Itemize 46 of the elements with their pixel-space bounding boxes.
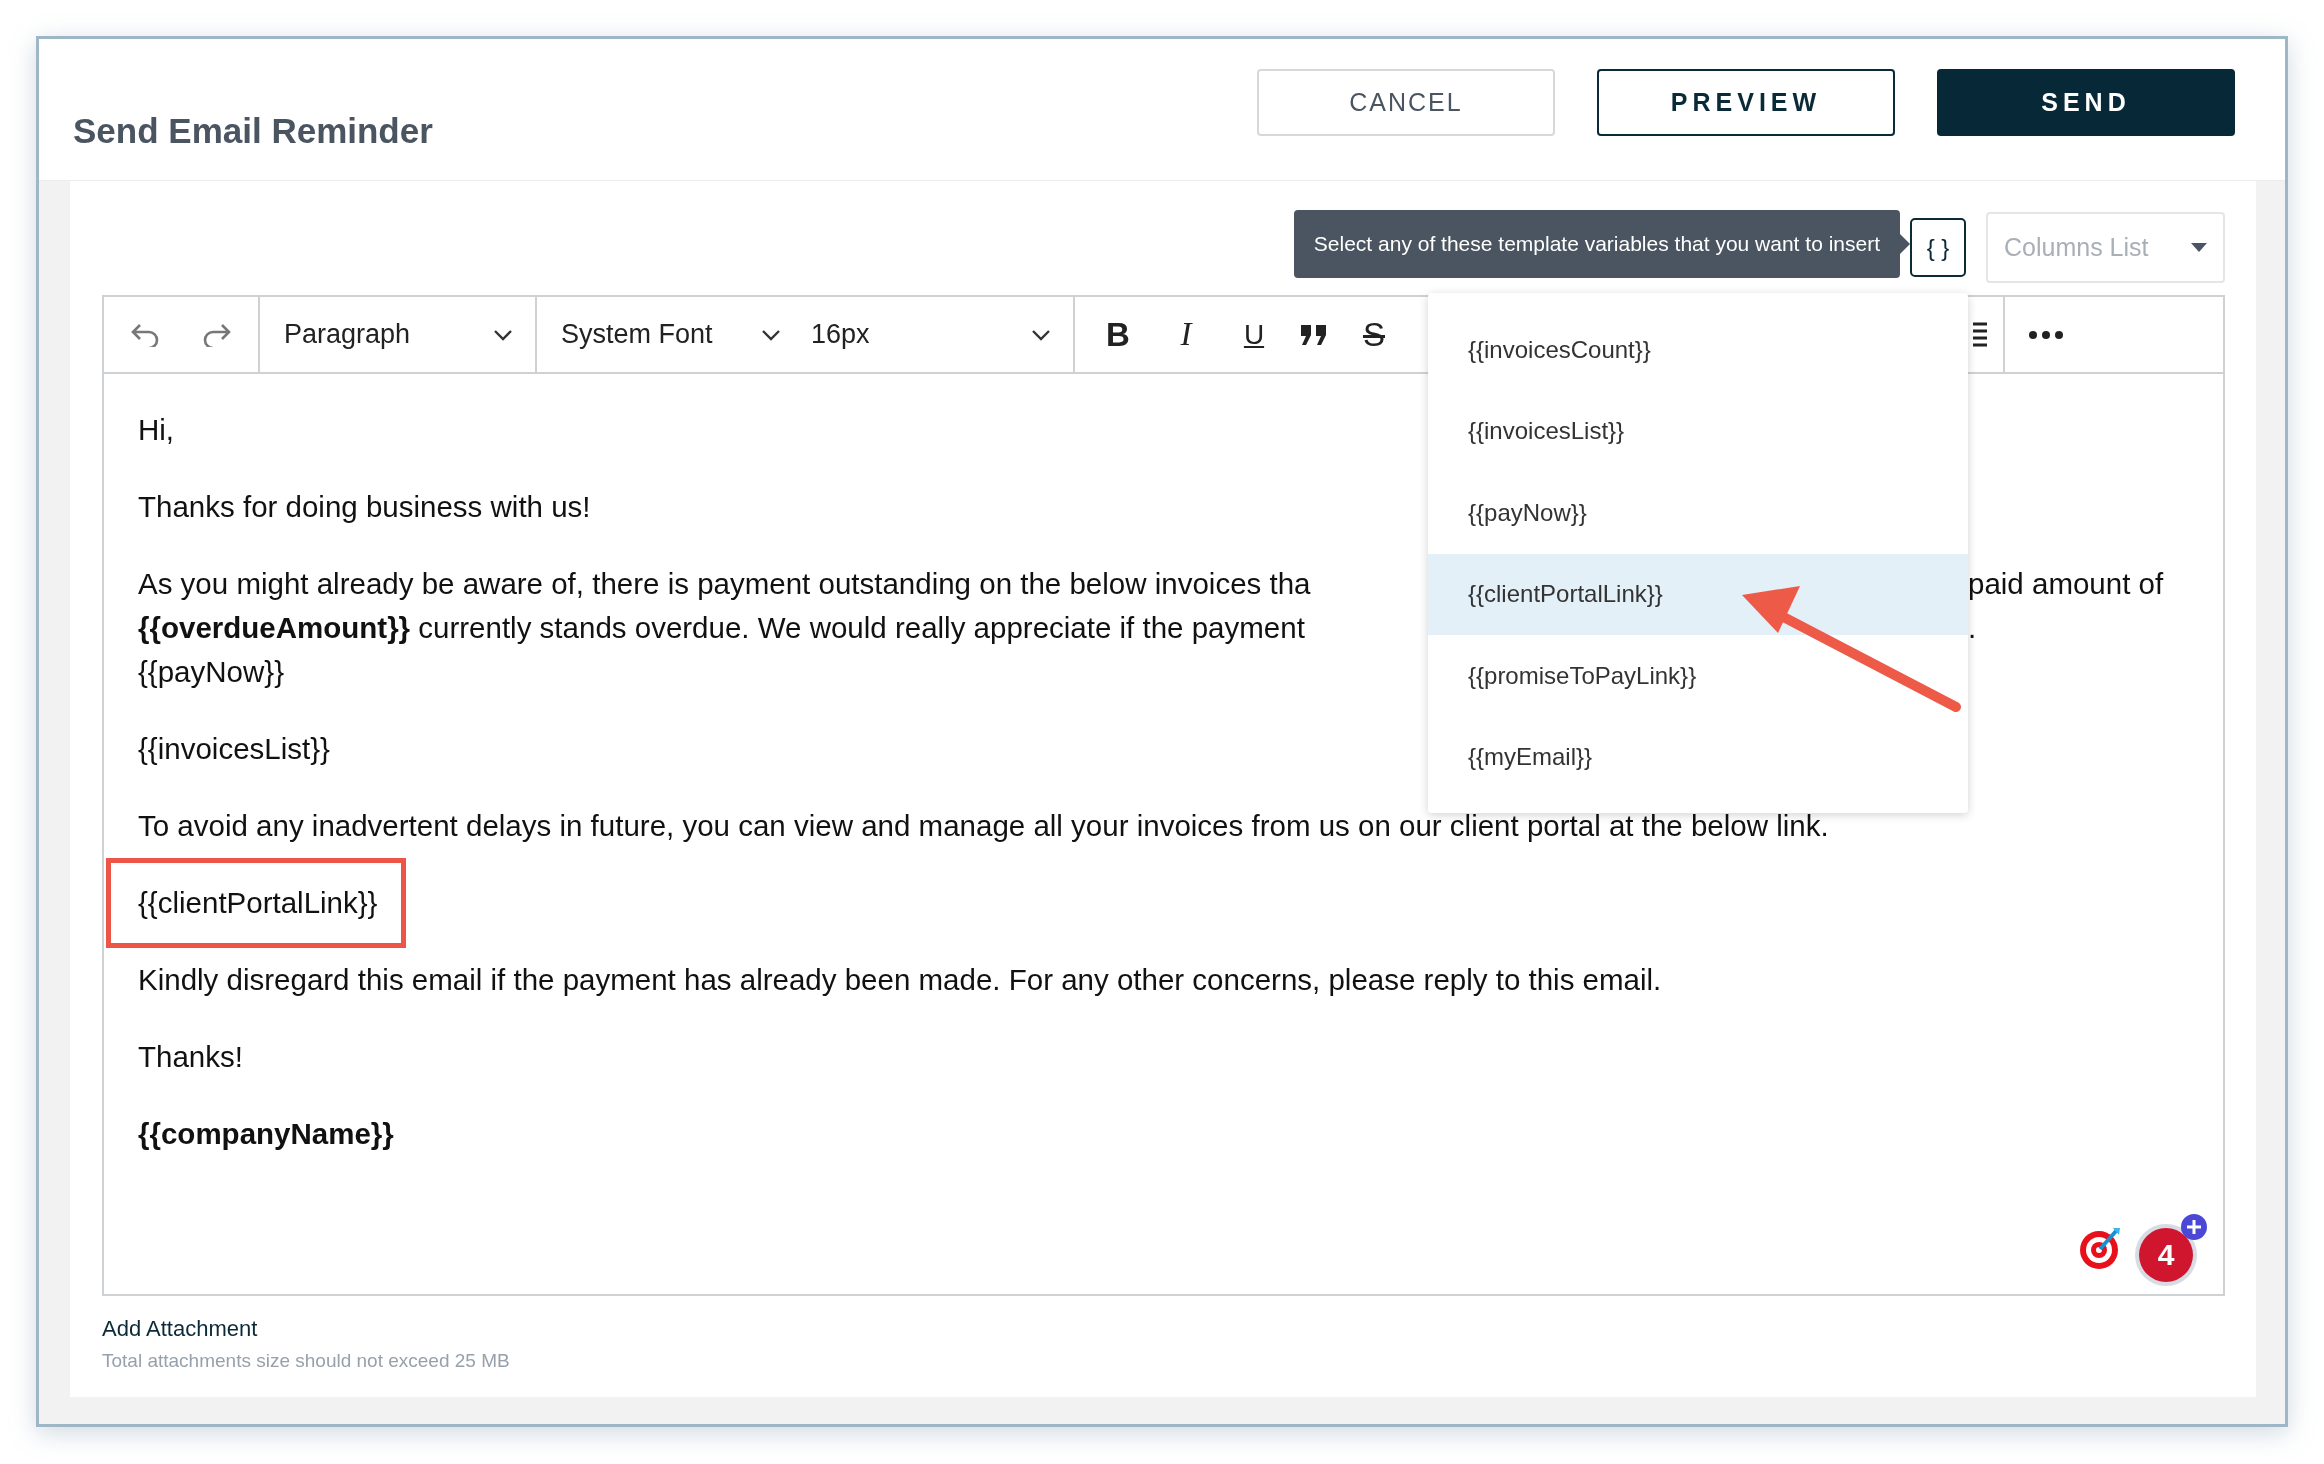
attachment-hint: Total attachments size should not exceed 25 MB — [102, 1350, 511, 1372]
dialog-title: Send Email Reminder — [73, 113, 434, 148]
menu-item[interactable]: {{payNow}} — [1428, 472, 1968, 554]
add-attachment-link[interactable]: Add Attachment — [102, 1316, 258, 1342]
target-icon[interactable] — [2079, 1226, 2123, 1270]
strikethrough-button[interactable]: S — [1351, 318, 1397, 351]
email-text: Kindly disregard this email if the payment has already been made. For any other concerns, please reply to this email. — [138, 962, 1662, 998]
font-size-dropdown[interactable]: 16px — [811, 319, 1051, 350]
send-button[interactable]: SEND — [1937, 69, 2235, 136]
caret-icon — [2191, 243, 2207, 252]
font-family-dropdown[interactable]: System Font — [561, 319, 781, 350]
notification-count-badge[interactable]: 4 — [2139, 1228, 2193, 1282]
block-format-dropdown[interactable]: Paragraph — [284, 319, 513, 350]
chevron-down-icon — [493, 328, 513, 341]
menu-item[interactable]: {{myEmail}} — [1428, 716, 1968, 798]
plus-icon — [2181, 1214, 2207, 1240]
email-text: {{companyName}} — [138, 1116, 394, 1152]
email-text-fragment: . — [1968, 610, 1978, 646]
menu-item[interactable]: {{invoicesCount}} — [1428, 309, 1968, 391]
email-text-fragment: paid amount of — [1968, 566, 2165, 602]
email-text-fragment: {{payNow}} — [138, 654, 285, 690]
rich-text-editor[interactable] — [102, 295, 2225, 1296]
underline-button[interactable]: U — [1231, 320, 1277, 349]
email-text: Hi, — [138, 412, 175, 448]
italic-button[interactable]: I — [1163, 318, 1209, 351]
more-icon[interactable] — [2029, 330, 2063, 339]
quote-icon[interactable] — [1299, 322, 1329, 347]
align-icon[interactable] — [1973, 321, 1987, 347]
chevron-down-icon — [1031, 328, 1051, 341]
preview-button[interactable]: PREVIEW — [1597, 69, 1895, 136]
email-text: To avoid any inadvertent delays in future, you can view and manage all your invoices from us on our client portal at the below link. — [138, 808, 1829, 844]
email-text: {{invoicesList}} — [138, 731, 330, 767]
email-text-fragment: {{overdueAmount}} currently stands overdue. We would really appreciate if the payment — [138, 610, 1306, 646]
email-text-fragment: As you might already be aware of, there is payment outstanding on the below invoices tha — [138, 566, 1312, 602]
menu-item[interactable]: {{clientPortalLink}} — [1428, 553, 1968, 635]
email-text: Thanks! — [138, 1039, 243, 1075]
chevron-down-icon — [761, 328, 781, 341]
template-variables-button[interactable]: { } — [1910, 218, 1966, 277]
tooltip: Select any of these template variables that you want to insert — [1293, 209, 1900, 278]
tooltip-pointer — [1900, 233, 1910, 254]
menu-item[interactable]: {{invoicesList}} — [1428, 390, 1968, 472]
menu-item[interactable]: {{promiseToPayLink}} — [1428, 635, 1968, 717]
cancel-button[interactable]: CANCEL — [1257, 69, 1555, 136]
bold-button[interactable]: B — [1095, 318, 1141, 351]
highlighted-text: {{clientPortalLink}} — [106, 858, 407, 948]
email-text: Thanks for doing business with us! — [138, 489, 591, 525]
